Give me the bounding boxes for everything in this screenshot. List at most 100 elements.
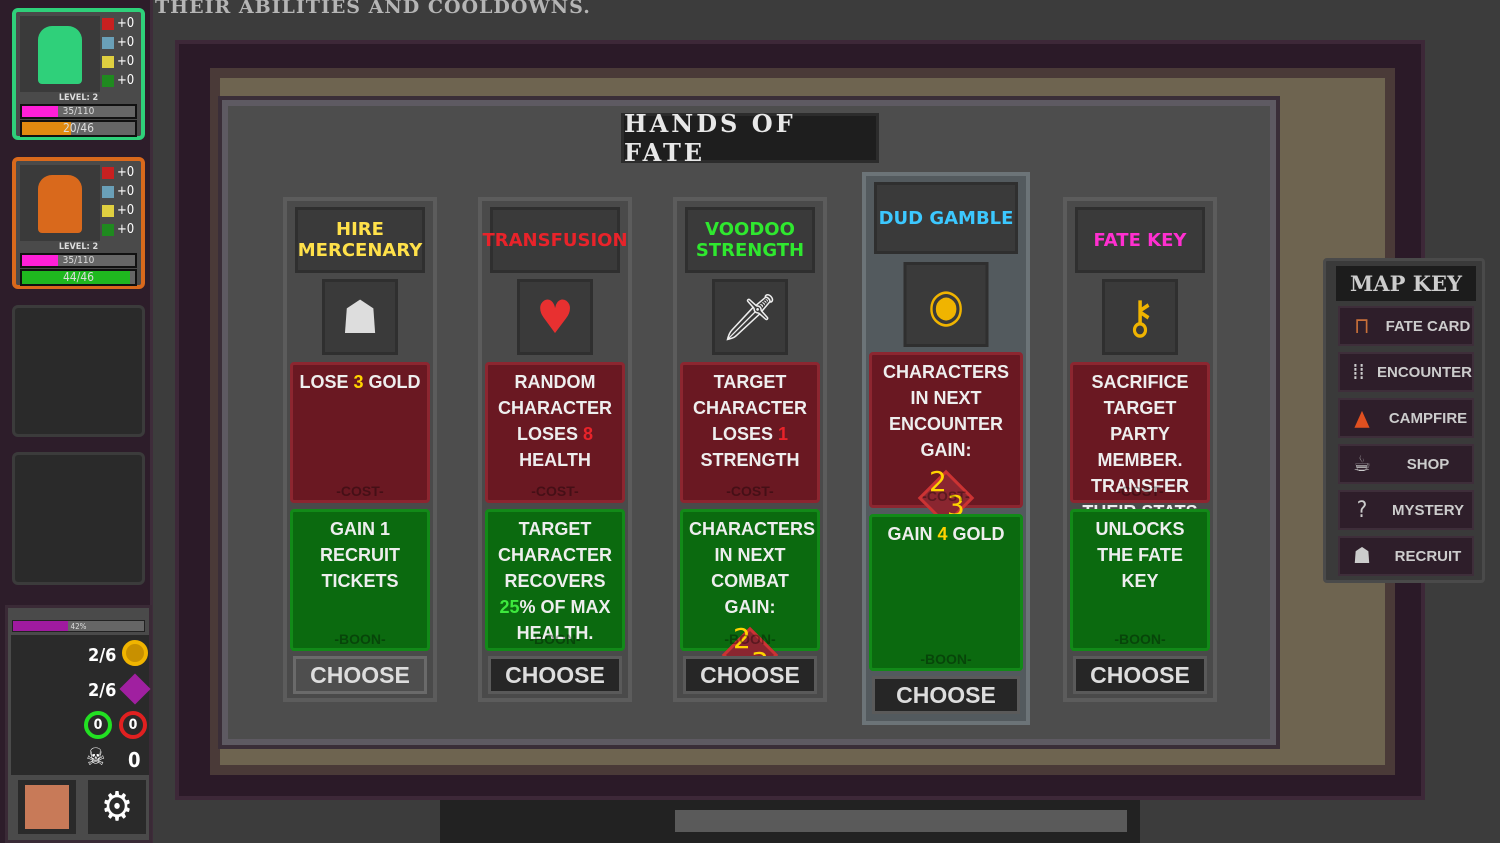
red-token-count: 0	[119, 711, 147, 739]
boon-text: UNLOCKS THE FATE KEY	[1073, 516, 1207, 594]
heart-icon: ♥	[536, 290, 574, 344]
card-icon-box: 🗡	[712, 279, 788, 355]
choose-button[interactable]: CHOOSE	[683, 656, 817, 694]
xp-fill	[22, 106, 59, 117]
stat-row: +0	[102, 33, 142, 52]
text: CHARACTERS IN NEXT COMBAT GAIN:	[689, 519, 815, 617]
map-button[interactable]	[18, 780, 76, 834]
settings-button[interactable]: ⚙	[88, 780, 146, 834]
accuracy-icon	[102, 55, 114, 68]
stat-row: +0	[102, 52, 142, 71]
fate-card[interactable]: DUD GAMBLE ◉ CHARACTERS IN NEXT ENCOUNTER …	[862, 172, 1030, 725]
cost-box: SACRIFICE TARGET PARTY MEMBER. TRANSFER …	[1070, 362, 1210, 600]
choose-button[interactable]: CHOOSE	[293, 656, 427, 694]
character-sprite	[38, 26, 82, 84]
cost-label: -COST-	[726, 483, 774, 499]
xp-fill	[22, 255, 59, 266]
map-key-title: MAP KEY	[1336, 266, 1476, 301]
text: GOLD	[947, 524, 1005, 544]
text: GOLD	[363, 372, 421, 392]
character-sprite	[38, 175, 82, 233]
choose-button[interactable]: CHOOSE	[1073, 656, 1207, 694]
stat-value: +0	[117, 54, 135, 69]
map-key-item: ☕ SHOP	[1338, 444, 1474, 484]
map-key-label: MYSTERY	[1392, 501, 1464, 519]
card-icon-box: ♥	[517, 279, 593, 355]
boon-box: GAIN 4 GOLD -BOON-	[869, 514, 1023, 671]
text: STRENGTH	[700, 450, 800, 470]
cost-box: RANDOM CHARACTER LOSES 8 HEALTH -COST-	[485, 362, 625, 503]
cost-label: -COST-	[336, 483, 384, 499]
boon-text: GAIN 1 RECRUIT TICKETS	[293, 516, 427, 594]
speed-icon	[102, 223, 114, 236]
text: RANDOM CHARACTER LOSES	[498, 372, 612, 444]
text: GAIN	[887, 524, 938, 544]
highlight-value: 1	[778, 424, 789, 444]
bottom-scrollbar[interactable]	[675, 810, 1127, 832]
highlight-value: 3	[353, 372, 364, 392]
character-stats: +0 +0 +0 +0	[102, 163, 142, 239]
card-title: TRANSFUSION	[482, 207, 628, 273]
character-level: LEVEL: 2	[58, 93, 99, 103]
accuracy-icon	[102, 204, 114, 217]
gold-count: 2/6	[88, 645, 117, 666]
progress-bar: 42%	[12, 620, 145, 632]
cost-box: CHARACTERS IN NEXT ENCOUNTER GAIN: 2 3 -COS…	[869, 352, 1023, 527]
card-title: FATE KEY	[1075, 207, 1205, 273]
cost-label: -COST-	[1116, 483, 1164, 499]
key-icon: ⚷	[1124, 290, 1156, 344]
card-icon-box: ☗	[322, 279, 398, 355]
gear-icon: ⚙	[100, 784, 134, 830]
health-text: 44/46	[62, 270, 95, 284]
boon-label: -BOON-	[529, 631, 581, 647]
map-key-label: FATE CARD	[1385, 317, 1471, 335]
choose-button[interactable]: CHOOSE	[488, 656, 622, 694]
map-key-label: CAMPFIRE	[1388, 409, 1468, 427]
text: CHARACTERS IN NEXT ENCOUNTER GAIN:	[883, 362, 1009, 460]
choose-button[interactable]: CHOOSE	[872, 676, 1020, 714]
card-icon-box: ◉	[903, 262, 989, 347]
map-key-item: ▲ CAMPFIRE	[1338, 398, 1474, 438]
stat-value: +0	[117, 165, 135, 180]
map-key-label: SHOP	[1406, 455, 1450, 473]
fate-card[interactable]: HIRE MERCENARY ☗ LOSE 3 GOLD -COST- GAIN 1 R…	[283, 197, 437, 702]
fate-card[interactable]: VOODOO STRENGTH 🗡 TARGET CHARACTER LOSES 1…	[673, 197, 827, 702]
stat-row: +0	[102, 220, 142, 239]
cost-box: TARGET CHARACTER LOSES 1 STRENGTH -COST-	[680, 362, 820, 503]
map-key-item: ⁞⁞ ENCOUNTER	[1338, 352, 1474, 392]
gold-coin-icon	[122, 640, 148, 666]
party-member-card[interactable]: +0 +0 +0 +0 LEVEL: 2 35/110 20/46	[12, 8, 145, 140]
campfire-icon: ▲	[1354, 405, 1370, 431]
text: TARGET CHARACTER LOSES	[693, 372, 807, 444]
cost-label: -COST-	[531, 483, 579, 499]
map-key-label: ENCOUNTER	[1376, 363, 1472, 381]
boon-label: -BOON-	[724, 631, 776, 647]
fate-card[interactable]: TRANSFUSION ♥ RANDOM CHARACTER LOSES 8 HEA…	[478, 197, 632, 702]
character-stats: +0 +0 +0 +0	[102, 14, 142, 90]
cost-label: -COST-	[922, 488, 970, 504]
sword-icon: 🗡	[720, 289, 780, 344]
text: LOSE	[299, 372, 354, 392]
stat-row: +0	[102, 71, 142, 90]
gold-coin-icon: ◉	[927, 277, 965, 332]
health-bar: 44/46	[20, 269, 137, 286]
stat-value: +0	[117, 203, 135, 218]
encounter-icon: ⁞⁞	[1352, 359, 1365, 385]
character-level: LEVEL: 2	[58, 242, 99, 252]
xp-text: 35/110	[62, 255, 95, 266]
green-token-count: 0	[84, 711, 112, 739]
fate-card-icon: ⊓	[1354, 313, 1370, 339]
text: GAIN 1 RECRUIT TICKETS	[320, 519, 400, 591]
stat-row: +0	[102, 163, 142, 182]
stat-row: +0	[102, 182, 142, 201]
cost-text: LOSE 3 GOLD	[293, 369, 427, 395]
boon-box: UNLOCKS THE FATE KEY -BOON-	[1070, 509, 1210, 651]
strength-icon	[102, 17, 114, 30]
empty-party-slot[interactable]	[12, 305, 145, 437]
fate-card[interactable]: FATE KEY ⚷ SACRIFICE TARGET PARTY MEMBER. …	[1063, 197, 1217, 702]
empty-party-slot[interactable]	[12, 452, 145, 585]
boon-text: GAIN 4 GOLD	[872, 521, 1020, 547]
party-member-card[interactable]: +0 +0 +0 +0 LEVEL: 2 35/110 44/46	[12, 157, 145, 289]
cost-text: CHARACTERS IN NEXT ENCOUNTER GAIN:	[872, 359, 1020, 463]
boon-box: TARGET CHARACTER RECOVERS 25% OF MAX HEA…	[485, 509, 625, 651]
